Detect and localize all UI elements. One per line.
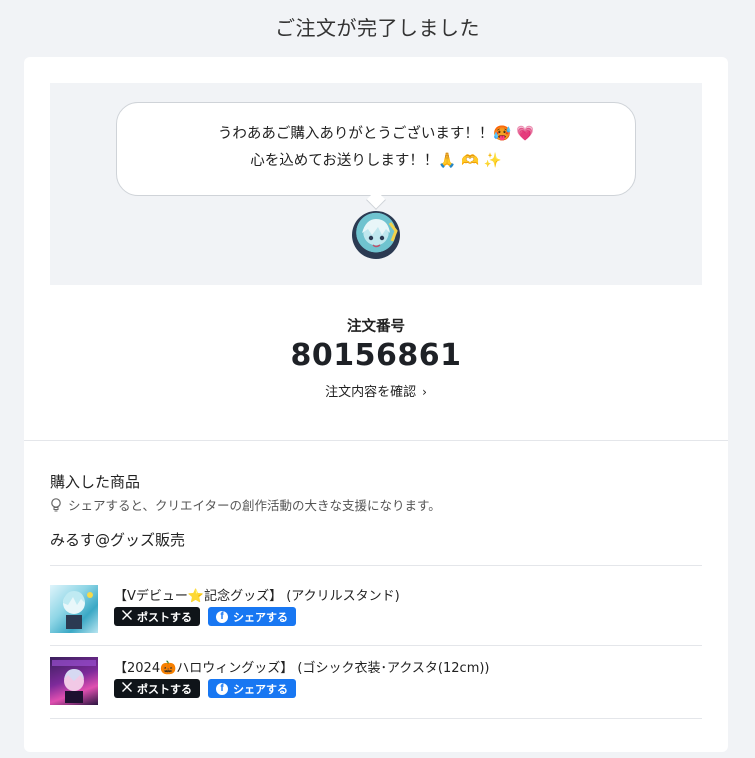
item-separator [50, 645, 702, 646]
x-logo-icon [122, 610, 132, 623]
purchased-items-title: 購入した商品 [50, 473, 141, 491]
order-number: 80156861 [290, 338, 462, 373]
item-separator [50, 718, 702, 719]
facebook-share-label: シェアする [233, 611, 288, 624]
page-title: ご注文が完了しました [275, 16, 480, 40]
message-line-1: うわああご購入ありがとうございます！！🥵 💗 [217, 126, 535, 142]
order-complete-card: うわああご購入ありがとうございます！！🥵 💗 心を込めてお送りします！！🙏 🫶 … [24, 57, 728, 752]
facebook-logo-icon: f [216, 610, 228, 623]
share-buttons: ポストする f シェアする [114, 607, 296, 626]
x-post-label: ポストする [137, 611, 192, 624]
chevron-right-icon: › [422, 385, 427, 399]
lightbulb-icon [50, 497, 62, 512]
x-post-button[interactable]: ポストする [114, 607, 200, 626]
section-divider [24, 440, 728, 441]
product-name[interactable]: 【2024🎃ハロウィングッズ】 (ゴシック衣装･アクスタ(12cm)) [114, 657, 490, 676]
creator-avatar [352, 211, 400, 259]
facebook-logo-icon: f [216, 682, 228, 695]
shop-name: みるす@グッズ販売 [50, 531, 186, 549]
share-buttons: ポストする f シェアする [114, 679, 296, 698]
speech-bubble: うわああご購入ありがとうございます！！🥵 💗 心を込めてお送りします！！🙏 🫶 … [116, 102, 636, 196]
x-post-button[interactable]: ポストする [114, 679, 200, 698]
order-number-label: 注文番号 [347, 319, 405, 335]
share-hint-text: シェアすると、クリエイターの創作活動の大きな支援になります。 [68, 498, 441, 513]
facebook-share-label: シェアする [233, 683, 288, 696]
facebook-share-button[interactable]: f シェアする [208, 679, 296, 698]
product-name[interactable]: 【Vデビュー⭐記念グッズ】 (アクリルスタンド) [114, 585, 400, 604]
view-order-link-label: 注文内容を確認 [325, 385, 417, 400]
thank-you-panel: うわああご購入ありがとうございます！！🥵 💗 心を込めてお送りします！！🙏 🫶 … [50, 83, 702, 285]
x-logo-icon [122, 682, 132, 695]
product-item: 【Vデビュー⭐記念グッズ】 (アクリルスタンド) ポストする f シェアする [50, 585, 702, 657]
share-hint: シェアすると、クリエイターの創作活動の大きな支援になります。 [50, 495, 441, 514]
product-thumbnail[interactable] [50, 585, 98, 633]
x-post-label: ポストする [137, 683, 192, 696]
item-separator [50, 565, 702, 566]
message-line-2: 心を込めてお送りします！！🙏 🫶 ✨ [250, 153, 502, 169]
product-thumbnail[interactable] [50, 657, 98, 705]
view-order-link[interactable]: 注文内容を確認 › [24, 381, 728, 400]
facebook-share-button[interactable]: f シェアする [208, 607, 296, 626]
